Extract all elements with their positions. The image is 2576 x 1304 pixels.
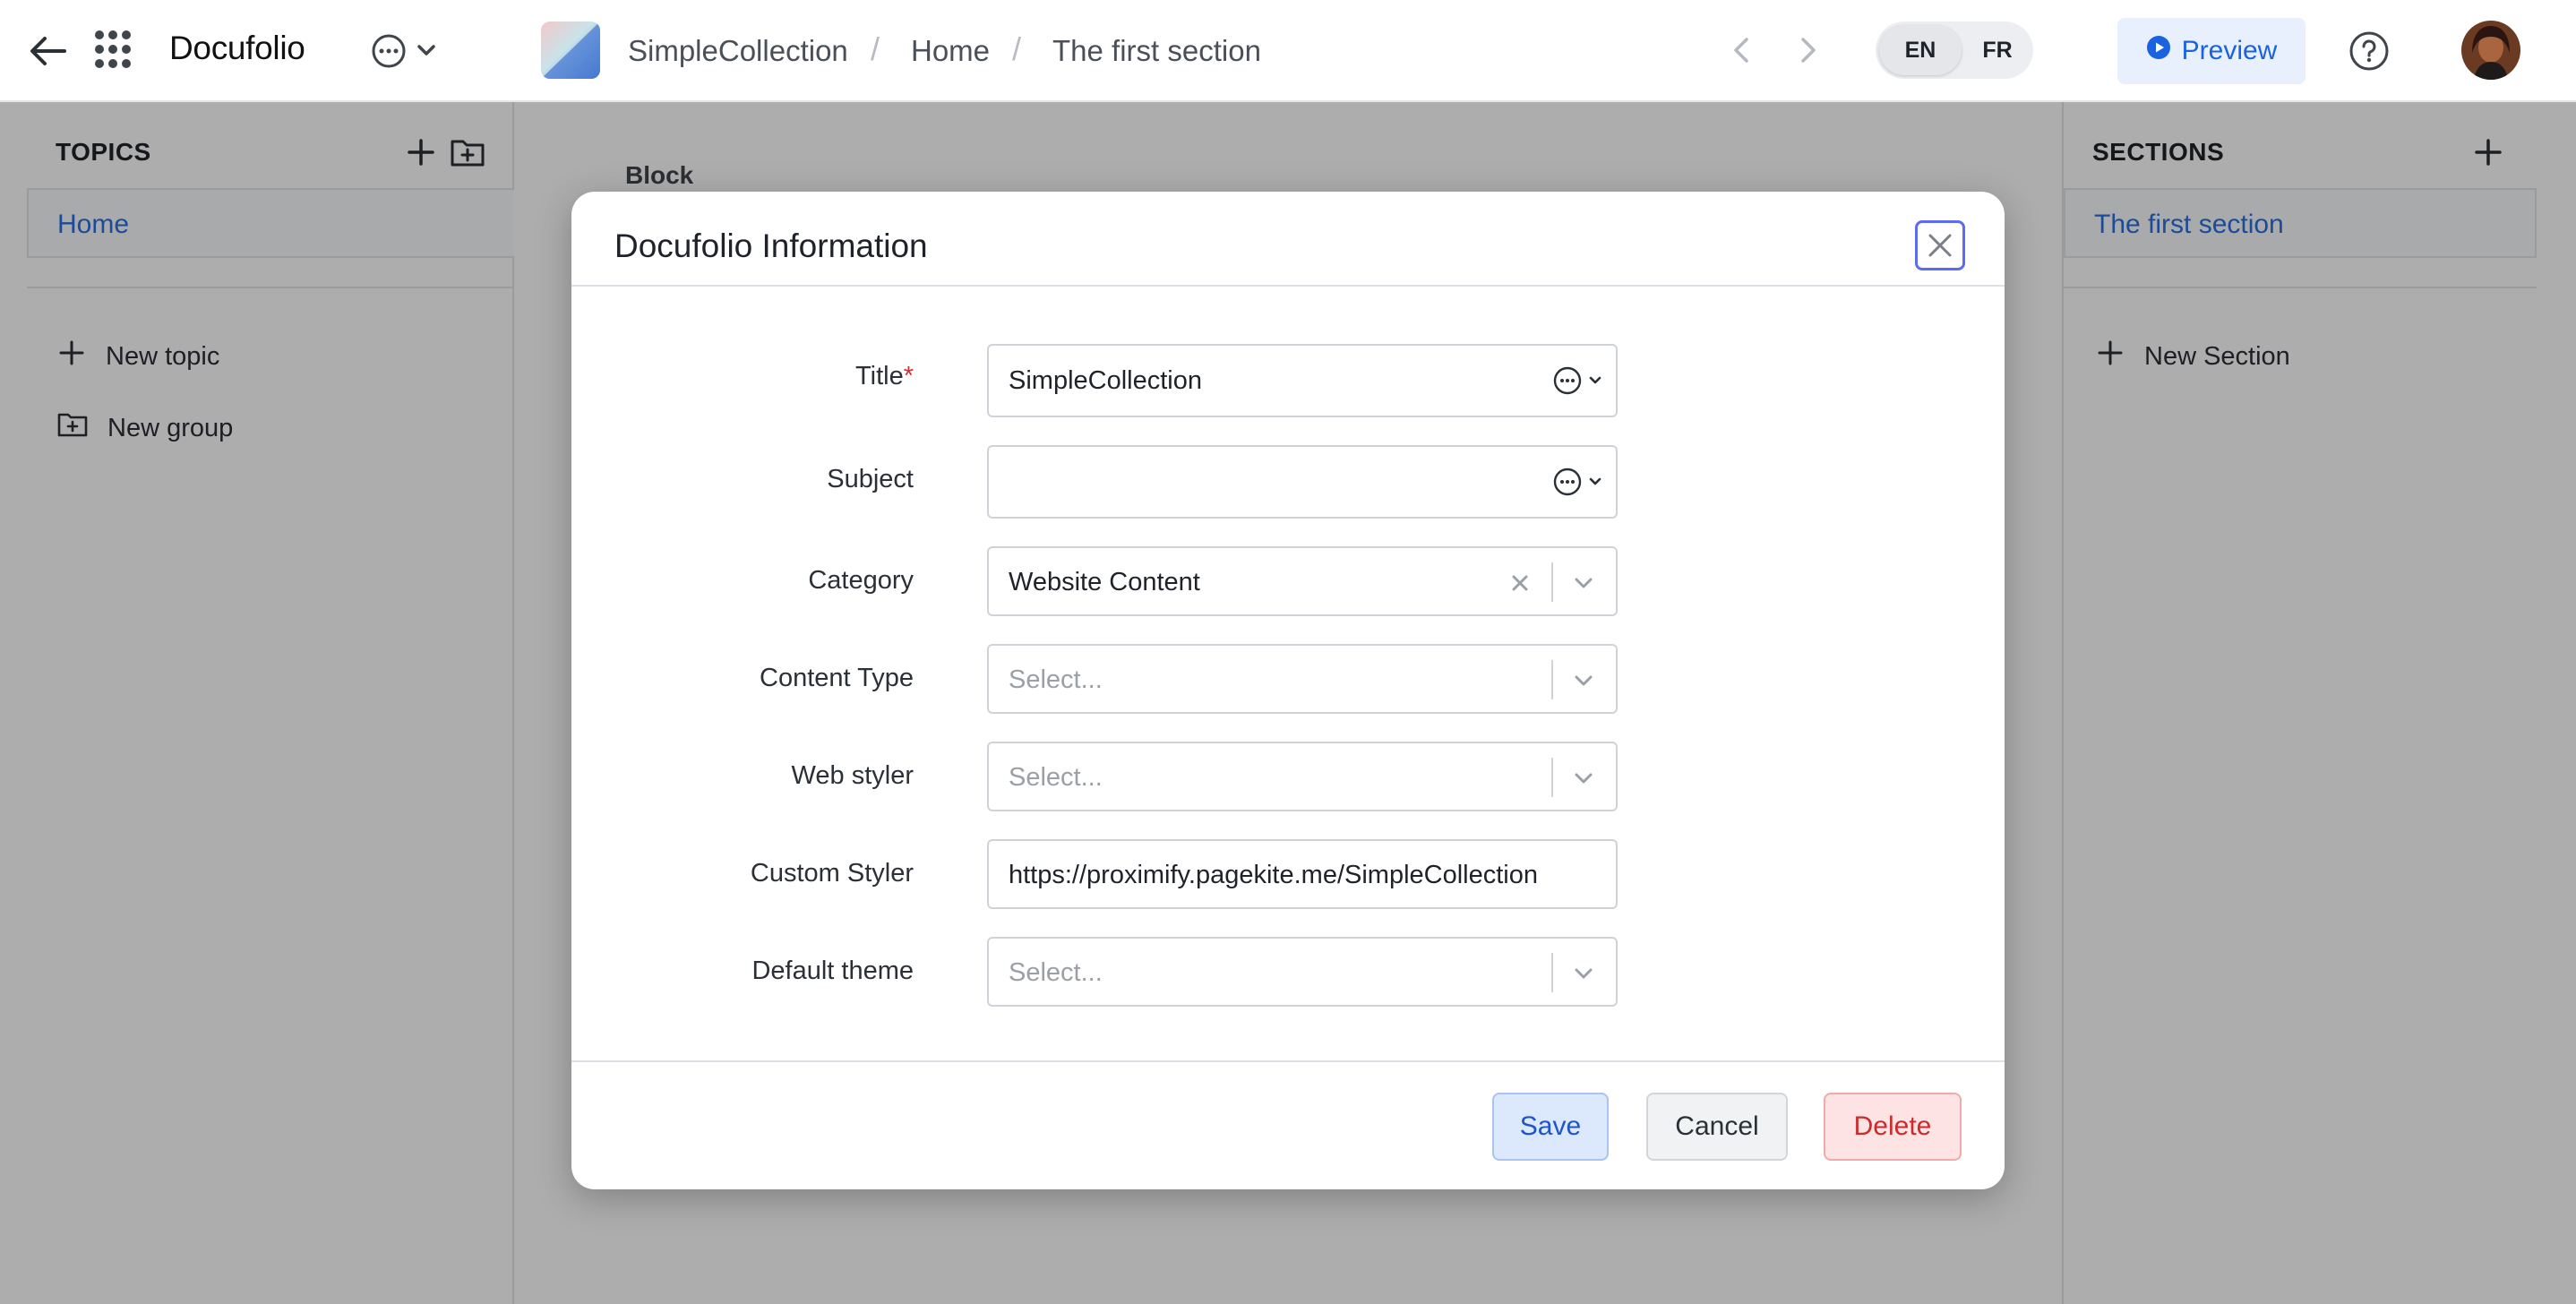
subject-field[interactable] [987,445,1618,519]
help-icon[interactable] [2348,30,2390,72]
preview-button[interactable]: Preview [2117,18,2306,84]
more-options-icon[interactable] [369,30,441,72]
app-grid-icon[interactable] [93,27,133,72]
select-separator [1551,953,1553,992]
content-type-label: Content Type [760,664,914,692]
custom-styler-label: Custom Styler [750,859,914,888]
preview-label: Preview [2181,36,2278,65]
web-styler-placeholder: Select... [1009,763,1103,792]
web-styler-label: Web styler [791,761,914,790]
user-avatar[interactable] [2461,21,2520,80]
chevron-down-icon[interactable] [1564,568,1603,598]
dialog-divider [571,285,2005,287]
title-field[interactable]: SimpleCollection [987,344,1618,417]
language-fr[interactable]: FR [1965,25,2030,75]
select-separator [1551,562,1553,602]
close-icon[interactable] [1915,220,1965,270]
play-icon [2146,35,2171,67]
top-bar: Docufolio SimpleCollection / Home / The … [0,0,2576,102]
breadcrumb-topic[interactable]: Home [911,34,990,68]
collection-thumbnail [541,21,600,79]
content-type-select[interactable]: Select... [987,644,1618,714]
save-button[interactable]: Save [1492,1093,1609,1161]
subject-label: Subject [827,465,914,493]
language-options-icon[interactable] [1550,465,1612,499]
category-value: Website Content [1009,568,1200,596]
docufolio-info-dialog: Docufolio Information Title* SimpleColle… [571,192,2005,1189]
category-select[interactable]: Website Content [987,546,1618,616]
select-separator [1551,758,1553,797]
default-theme-label: Default theme [751,957,914,985]
chevron-right-icon[interactable] [1790,32,1825,68]
language-en[interactable]: EN [1879,25,1962,75]
cancel-button[interactable]: Cancel [1646,1093,1788,1161]
web-styler-select[interactable]: Select... [987,742,1618,811]
content-type-placeholder: Select... [1009,665,1103,694]
default-theme-placeholder: Select... [1009,958,1103,987]
app-name: Docufolio [169,30,305,66]
select-separator [1551,660,1553,699]
delete-button[interactable]: Delete [1824,1093,1962,1161]
language-options-icon[interactable] [1550,364,1612,398]
default-theme-select[interactable]: Select... [987,937,1618,1007]
dialog-footer-divider [571,1060,2005,1062]
breadcrumb-section[interactable]: The first section [1052,34,1261,68]
language-toggle[interactable]: EN FR [1876,21,2033,79]
clear-icon[interactable] [1505,568,1535,598]
title-value: SimpleCollection [1009,366,1202,395]
breadcrumb-separator: / [871,30,880,67]
custom-styler-input[interactable]: https://proximify.pagekite.me/SimpleColl… [987,839,1618,909]
title-label: Title* [854,362,914,390]
breadcrumb-separator: / [1012,30,1022,67]
breadcrumb-collection[interactable]: SimpleCollection [628,34,848,68]
chevron-down-icon[interactable] [1564,665,1603,696]
category-label: Category [808,566,914,595]
required-marker: * [903,362,914,390]
dialog-title: Docufolio Information [614,227,928,264]
custom-styler-value: https://proximify.pagekite.me/SimpleColl… [1009,861,1538,889]
chevron-down-icon[interactable] [1564,958,1603,989]
back-arrow-icon[interactable] [25,30,72,73]
chevron-down-icon[interactable] [1564,763,1603,794]
chevron-left-icon[interactable] [1724,32,1760,68]
